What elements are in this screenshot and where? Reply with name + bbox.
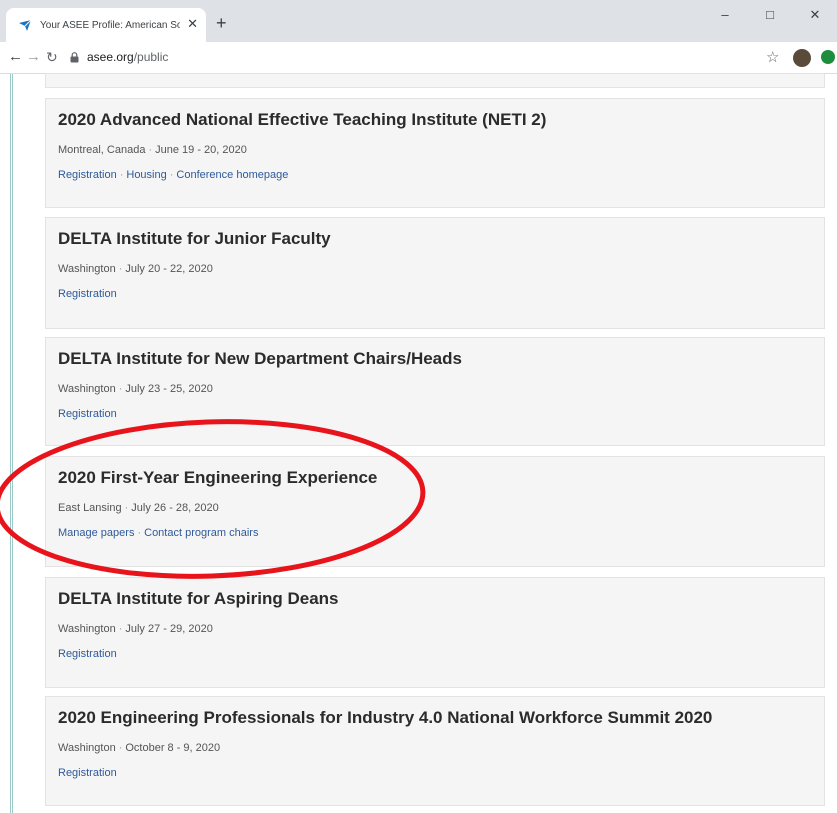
event-location: Washington — [58, 383, 116, 395]
event-card: DELTA Institute for Aspiring Deans Washi… — [45, 577, 825, 688]
event-card-partial — [45, 73, 825, 88]
event-links: Registration — [58, 767, 117, 779]
event-meta: Washington · July 27 - 29, 2020 — [58, 623, 213, 635]
event-meta: East Lansing · July 26 - 28, 2020 — [58, 502, 219, 514]
new-tab-button[interactable]: + — [216, 14, 227, 32]
event-links: Registration — [58, 648, 117, 660]
event-dates: July 26 - 28, 2020 — [131, 502, 219, 514]
event-title: 2020 Engineering Professionals for Indus… — [58, 708, 713, 727]
registration-link[interactable]: Registration — [58, 288, 117, 300]
minimize-button[interactable]: – — [707, 4, 743, 26]
event-dates: October 8 - 9, 2020 — [125, 742, 221, 754]
separator: · — [148, 144, 153, 156]
event-location: Washington — [58, 263, 116, 275]
maximize-button[interactable]: □ — [752, 4, 788, 26]
registration-link[interactable]: Registration — [58, 408, 117, 420]
event-location: Washington — [58, 742, 116, 754]
event-title: DELTA Institute for Aspiring Deans — [58, 589, 339, 608]
event-dates: July 20 - 22, 2020 — [125, 263, 213, 275]
close-window-button[interactable]: ✕ — [797, 4, 833, 26]
separator: · — [118, 383, 123, 395]
event-card: 2020 Advanced National Effective Teachin… — [45, 98, 825, 208]
separator: · — [137, 527, 142, 539]
event-title: 2020 Advanced National Effective Teachin… — [58, 110, 547, 129]
event-dates: July 27 - 29, 2020 — [125, 623, 213, 635]
separator: · — [169, 169, 174, 181]
reload-icon[interactable]: ↻ — [46, 47, 58, 67]
browser-tab[interactable]: Your ASEE Profile: American Society ✕ — [6, 8, 206, 42]
separator: · — [118, 742, 123, 754]
event-links: Registration · Housing · Conference homepage — [58, 169, 288, 181]
left-divider — [10, 74, 13, 813]
event-links: Registration — [58, 288, 117, 300]
event-title: 2020 First-Year Engineering Experience — [58, 468, 378, 487]
event-links: Manage papers · Contact program chairs — [58, 527, 258, 539]
extension-icon[interactable] — [821, 50, 835, 64]
tab-title: Your ASEE Profile: American Society — [40, 19, 180, 31]
lock-icon — [70, 52, 79, 63]
tab-strip: Your ASEE Profile: American Society ✕ + … — [0, 0, 837, 42]
forward-icon[interactable]: → — [26, 47, 41, 67]
event-title: DELTA Institute for New Department Chair… — [58, 349, 462, 368]
conference-homepage-link[interactable]: Conference homepage — [176, 169, 288, 181]
event-card-highlighted: 2020 First-Year Engineering Experience E… — [45, 456, 825, 567]
event-card: DELTA Institute for New Department Chair… — [45, 337, 825, 446]
avatar[interactable] — [793, 49, 811, 67]
separator: · — [124, 502, 129, 514]
registration-link[interactable]: Registration — [58, 169, 117, 181]
housing-link[interactable]: Housing — [126, 169, 166, 181]
registration-link[interactable]: Registration — [58, 767, 117, 779]
manage-papers-link[interactable]: Manage papers — [58, 527, 134, 539]
event-dates: June 19 - 20, 2020 — [155, 144, 247, 156]
event-card: DELTA Institute for Junior Faculty Washi… — [45, 217, 825, 329]
address-bar[interactable]: asee.org/public — [87, 50, 168, 64]
url-path: /public — [133, 50, 169, 64]
separator: · — [119, 169, 124, 181]
registration-link[interactable]: Registration — [58, 648, 117, 660]
event-meta: Montreal, Canada · June 19 - 20, 2020 — [58, 144, 247, 156]
asee-favicon-icon — [19, 19, 32, 31]
event-meta: Washington · July 20 - 22, 2020 — [58, 263, 213, 275]
event-location: Montreal, Canada — [58, 144, 146, 156]
separator: · — [118, 263, 123, 275]
event-location: Washington — [58, 623, 116, 635]
browser-toolbar: ← → ↻ asee.org/public ☆ — [0, 42, 837, 74]
separator: · — [118, 623, 123, 635]
page-content: 2020 Advanced National Effective Teachin… — [0, 73, 837, 813]
event-meta: Washington · October 8 - 9, 2020 — [58, 742, 220, 754]
tab-close-icon[interactable]: ✕ — [187, 17, 198, 31]
event-location: East Lansing — [58, 502, 122, 514]
url-domain: asee.org — [87, 50, 134, 64]
contact-program-chairs-link[interactable]: Contact program chairs — [144, 527, 258, 539]
back-icon[interactable]: ← — [8, 47, 23, 67]
event-card: 2020 Engineering Professionals for Indus… — [45, 696, 825, 806]
event-meta: Washington · July 23 - 25, 2020 — [58, 383, 213, 395]
event-dates: July 23 - 25, 2020 — [125, 383, 213, 395]
event-title: DELTA Institute for Junior Faculty — [58, 229, 331, 248]
event-links: Registration — [58, 408, 117, 420]
star-icon[interactable]: ☆ — [766, 48, 779, 66]
